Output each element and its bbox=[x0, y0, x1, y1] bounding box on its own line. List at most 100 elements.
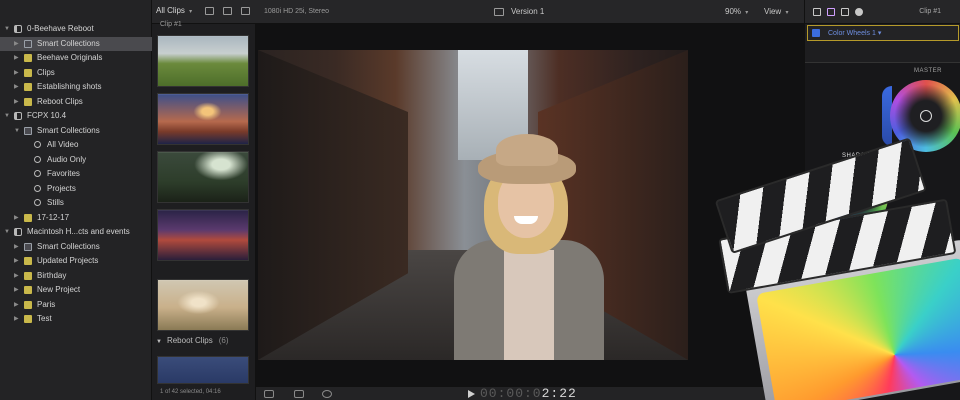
checkbox-icon[interactable] bbox=[812, 29, 820, 37]
sidebar-item[interactable]: ▼ FCPX 10.4 bbox=[0, 109, 152, 123]
disclosure-expanded-icon[interactable]: ▼ bbox=[4, 225, 10, 239]
view-options-icon[interactable] bbox=[264, 390, 274, 398]
sidebar-item[interactable]: ▶ Beehave Originals bbox=[0, 51, 152, 65]
color-inspector-icon[interactable] bbox=[827, 8, 835, 16]
clip-thumbnail[interactable] bbox=[157, 279, 249, 331]
library-icon bbox=[14, 112, 22, 120]
sidebar-item[interactable]: ▶ Clips bbox=[0, 66, 152, 80]
disclosure-expanded-icon[interactable]: ▼ bbox=[4, 22, 10, 36]
info-inspector-icon[interactable] bbox=[855, 8, 863, 16]
sidebar-item-label: All Video bbox=[47, 140, 79, 149]
event-icon bbox=[24, 68, 32, 77]
speed-icon[interactable] bbox=[322, 390, 332, 398]
sidebar-item-label: Favorites bbox=[47, 169, 80, 178]
library-icon bbox=[14, 25, 22, 33]
smart-collection-icon bbox=[34, 199, 41, 206]
smart-collection-icon bbox=[34, 155, 41, 163]
all-clips-filter[interactable]: All Clips ▾ bbox=[156, 6, 192, 15]
disclosure-collapsed-icon[interactable]: ▶ bbox=[14, 66, 19, 80]
inspector-clip-name: Clip #1 bbox=[919, 8, 941, 15]
clip-appearance-icon[interactable] bbox=[223, 7, 232, 15]
sidebar-item[interactable]: ▶ 17-12-17 bbox=[0, 211, 152, 225]
list-view-icon[interactable] bbox=[241, 7, 250, 15]
folder-icon bbox=[24, 39, 32, 48]
sidebar-item-label: Smart Collections bbox=[37, 38, 100, 48]
clip-thumbnail[interactable] bbox=[157, 35, 249, 87]
selection-status: 1 of 42 selected, 04:16 bbox=[160, 389, 221, 395]
video-frame[interactable] bbox=[258, 50, 688, 360]
disclosure-collapsed-icon[interactable]: ▶ bbox=[14, 37, 19, 51]
clip-browser: All Clips ▾ Clip #1 ▼ Reboot Clips (6) 1 o… bbox=[152, 0, 256, 400]
event-icon bbox=[24, 213, 32, 222]
sidebar-item-label: FCPX 10.4 bbox=[27, 111, 67, 120]
disclosure-collapsed-icon[interactable]: ▶ bbox=[14, 269, 19, 283]
sidebar-item-label: Birthday bbox=[37, 270, 67, 280]
chevron-down-icon: ▾ bbox=[745, 10, 749, 16]
disclosure-collapsed-icon[interactable]: ▶ bbox=[14, 80, 19, 94]
sidebar-item[interactable]: Stills bbox=[0, 196, 152, 210]
clip-thumbnail[interactable] bbox=[157, 151, 249, 203]
disclosure-expanded-icon[interactable]: ▼ bbox=[14, 124, 20, 138]
disclosure-expanded-icon[interactable]: ▼ bbox=[4, 109, 10, 123]
disclosure-collapsed-icon[interactable]: ▶ bbox=[14, 240, 19, 254]
sidebar-item[interactable]: Audio Only bbox=[0, 153, 152, 167]
sidebar-item[interactable]: ▶ Paris bbox=[0, 298, 152, 312]
zoom-menu[interactable]: 90% ▾ bbox=[725, 7, 748, 16]
reboot-clips-section-header[interactable]: ▼ Reboot Clips (6) bbox=[156, 336, 229, 345]
event-icon bbox=[24, 257, 32, 265]
sidebar-item[interactable]: ▶ Reboot Clips bbox=[0, 95, 152, 109]
sidebar-item-label: Stills bbox=[47, 198, 64, 207]
chevron-down-icon: ▾ bbox=[877, 30, 882, 37]
disclosure-collapsed-icon[interactable]: ▶ bbox=[14, 283, 19, 297]
view-menu[interactable]: View ▾ bbox=[764, 7, 788, 16]
sidebar-item[interactable]: All Video bbox=[0, 138, 152, 152]
sidebar-item[interactable]: ▶ Smart Collections bbox=[0, 36, 152, 51]
sidebar-item-label: Reboot Clips bbox=[37, 96, 83, 106]
sidebar-item[interactable]: ▶ Test bbox=[0, 312, 152, 326]
color-wheels-selector[interactable]: Color Wheels 1 ▾ bbox=[807, 25, 959, 41]
audio-inspector-icon[interactable] bbox=[841, 8, 849, 16]
final-cut-pro-logo bbox=[714, 137, 960, 400]
clip-thumbnail[interactable] bbox=[157, 93, 249, 145]
sidebar-item[interactable]: ▶ New Project bbox=[0, 283, 152, 297]
sidebar-item-label: Establishing shots bbox=[37, 82, 102, 91]
sidebar-item-label: New Project bbox=[37, 285, 81, 294]
sidebar-item[interactable]: ▶ Establishing shots bbox=[0, 80, 152, 94]
clip-thumbnail[interactable] bbox=[157, 209, 249, 261]
disclosure-collapsed-icon[interactable]: ▶ bbox=[14, 211, 19, 225]
inspector-toolbar: Clip #1 bbox=[805, 0, 960, 24]
version-label: Version 1 bbox=[511, 7, 545, 16]
project-icon bbox=[494, 8, 504, 16]
disclosure-collapsed-icon[interactable]: ▶ bbox=[14, 95, 19, 109]
section-title: Reboot Clips bbox=[166, 336, 213, 345]
play-icon[interactable] bbox=[468, 390, 475, 398]
sidebar-item[interactable]: ▼ Smart Collections bbox=[0, 124, 152, 138]
sidebar-item[interactable]: ▼ 0-Beehave Reboot bbox=[0, 22, 152, 36]
sidebar-item-label: 17-12-17 bbox=[37, 212, 70, 222]
disclosure-collapsed-icon[interactable]: ▶ bbox=[14, 298, 19, 312]
clip-caption: Clip #1 bbox=[160, 21, 182, 28]
sidebar-item[interactable]: Projects bbox=[0, 182, 152, 196]
color-wheels-label: Color Wheels 1 ▾ bbox=[828, 29, 881, 37]
event-icon bbox=[24, 271, 32, 280]
chevron-down-icon: ▾ bbox=[189, 9, 193, 15]
filmstrip-view-icon[interactable] bbox=[205, 7, 214, 15]
disclosure-collapsed-icon[interactable]: ▶ bbox=[14, 51, 19, 65]
sidebar-item[interactable]: ▼ Macintosh H...cts and events bbox=[0, 225, 152, 239]
sidebar-item-label: Paris bbox=[37, 299, 56, 309]
sidebar-item[interactable]: ▶ Smart Collections bbox=[0, 240, 152, 254]
sidebar-item-label: Test bbox=[37, 314, 52, 323]
clip-thumbnail[interactable] bbox=[157, 356, 249, 384]
sidebar-item-label: Updated Projects bbox=[37, 256, 99, 265]
video-inspector-icon[interactable] bbox=[813, 8, 821, 16]
smart-collection-icon bbox=[34, 141, 41, 148]
sidebar-item[interactable]: ▶ Birthday bbox=[0, 269, 152, 283]
smart-collection-icon bbox=[34, 184, 41, 192]
library-icon bbox=[14, 228, 22, 236]
sidebar-item[interactable]: Favorites bbox=[0, 167, 152, 181]
disclosure-collapsed-icon[interactable]: ▶ bbox=[14, 312, 19, 326]
smart-collection-icon bbox=[34, 170, 41, 177]
sidebar-item[interactable]: ▶ Updated Projects bbox=[0, 254, 152, 268]
disclosure-collapsed-icon[interactable]: ▶ bbox=[14, 254, 19, 268]
transform-tool-icon[interactable] bbox=[294, 390, 304, 398]
